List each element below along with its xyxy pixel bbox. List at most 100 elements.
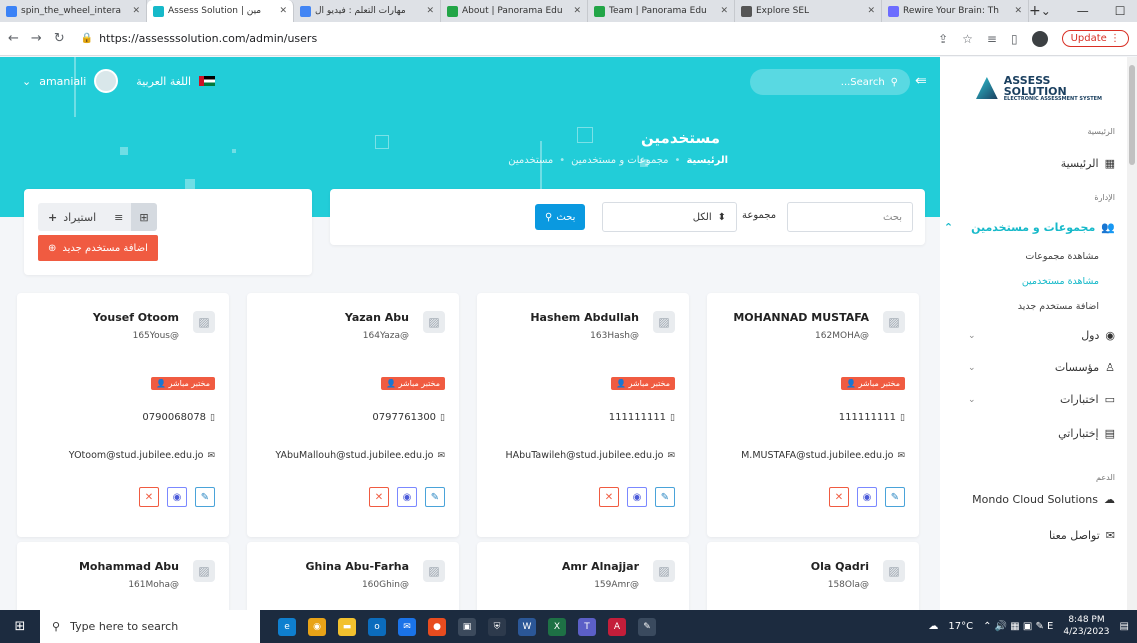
user-email: M.MUSTAFA@stud.jubilee.edu.jo ✉ [741,450,905,461]
tab-close-icon[interactable]: ✕ [867,6,875,16]
store-icon[interactable]: ▣ [458,617,476,636]
sidebar-item-label: إختباراتي [1058,427,1099,440]
browser-tab[interactable]: spin_the_wheel_intera ✕ [0,0,147,22]
browser-tab[interactable]: مهارات التعلم : فيديو ال ✕ [294,0,441,22]
excel-icon[interactable]: X [548,617,566,636]
notifications-icon[interactable]: ▤ [1120,621,1129,632]
share-icon[interactable]: ⇪ [938,32,948,46]
chevron-down-icon: ⌄ [968,395,976,405]
sidebar-item-home[interactable]: الرئيسية ▦ [1061,157,1115,170]
weather-icon[interactable]: ☁ [928,621,938,632]
delete-button[interactable]: ✕ [599,487,619,507]
edge-icon[interactable]: e [278,617,296,636]
tab-close-icon[interactable]: ✕ [573,6,581,16]
sidebar-sub-add-user[interactable]: اضافة مستخدم جديد [1018,301,1099,312]
delete-button[interactable]: ✕ [139,487,159,507]
clock[interactable]: 8:48 PM 4/23/2023 [1063,615,1109,638]
browser-tab[interactable]: Rewire Your Brain: Th ✕ [882,0,1029,22]
language-label[interactable]: اللغة العربية [136,75,191,88]
view-button[interactable]: ◉ [397,487,417,507]
sidebar-item-institutions[interactable]: مؤسسات ♙ [1055,361,1115,374]
teams-icon[interactable]: T [578,617,596,636]
system-tray-icons[interactable]: ⌃ 🔊 ▦ ▣ ✎ E [983,621,1053,632]
browser-tab[interactable]: Team | Panorama Edu ✕ [588,0,735,22]
new-tab-button[interactable]: + [1029,0,1041,22]
import-button[interactable]: + استيراد [38,203,107,231]
grid-view-button[interactable]: ⊞ [131,203,157,231]
tab-close-icon[interactable]: ✕ [132,6,140,16]
user-card: ▨ Hashem Abdullah 163Hash@ 👤 مختبر مباشر 111… [477,293,689,537]
top-search-input[interactable]: ...Search ⚲ [750,69,910,95]
logo[interactable]: ASSESS SOLUTION ELECTRONIC ASSESSMENT SY… [976,73,1116,103]
delete-button[interactable]: ✕ [369,487,389,507]
taskbar-search-input[interactable]: ⚲ Type here to search [40,610,260,643]
temperature[interactable]: 17°C [948,621,973,632]
tab-close-icon[interactable]: ✕ [426,6,434,16]
sidebar: ASSESS SOLUTION ELECTRONIC ASSESSMENT SY… [940,57,1127,610]
sidebar-item-label: الرئيسية [1060,157,1099,170]
media-icon[interactable]: ● [428,617,446,636]
back-icon[interactable]: ← [8,31,19,46]
sidebar-item-my-tests[interactable]: إختباراتي ▤ [1058,427,1115,440]
user-name: Yazan Abu [344,311,409,324]
bookmark-star-icon[interactable]: ☆ [962,32,973,46]
sidebar-item-label: اختبارات [1060,393,1099,406]
scrollbar-thumb[interactable] [1129,65,1135,165]
tab-close-icon[interactable]: ✕ [1014,6,1022,16]
sidebar-sub-view-groups[interactable]: مشاهدة مجموعات [1025,251,1099,262]
reading-list-icon[interactable]: ≡ [987,32,997,46]
edit-button[interactable]: ✎ [425,487,445,507]
profile-avatar[interactable] [1031,30,1048,47]
edit-button[interactable]: ✎ [655,487,675,507]
outlook-icon[interactable]: o [368,617,386,636]
sidebar-item-countries[interactable]: دول ◉ [1081,329,1115,342]
word-icon[interactable]: W [518,617,536,636]
windows-start-icon[interactable]: ⊞ [0,610,40,643]
user-handle: 159Amr@ [594,580,639,590]
list-view-button[interactable]: ≡ [106,203,132,231]
edit-button[interactable]: ✎ [885,487,905,507]
tab-close-icon[interactable]: ✕ [279,6,287,16]
add-user-button[interactable]: ⊕ اضافة مستخدم جديد [38,235,158,261]
sidebar-item-contact[interactable]: تواصل معنا ✉ [1049,529,1115,542]
collapse-sidebar-icon[interactable]: ⇚ [915,73,927,89]
delete-button[interactable]: ✕ [829,487,849,507]
update-button[interactable]: Update ⋮ [1061,30,1129,47]
maximize-button[interactable]: ☐ [1115,4,1126,18]
sidebar-item-mondo[interactable]: Mondo Cloud Solutions ☁ [972,493,1115,506]
view-button[interactable]: ◉ [857,487,877,507]
url-input[interactable]: 🔒 https://assesssolution.com/admin/users [77,27,926,51]
browser-tab[interactable]: Explore SEL ✕ [735,0,882,22]
sidebar-item-groups-users[interactable]: ⌃ مجموعات و مستخدمين 👥 [944,221,1115,234]
file-explorer-icon[interactable]: ▬ [338,617,356,636]
user-search-input[interactable]: بحث [787,202,913,232]
side-panel-icon[interactable]: ▯ [1011,32,1018,46]
shield-icon[interactable]: ⛨ [488,617,506,636]
breadcrumb-home[interactable]: الرئيسية [686,155,728,166]
view-button[interactable]: ◉ [167,487,187,507]
view-button[interactable]: ◉ [627,487,647,507]
email-value: M.MUSTAFA@stud.jubilee.edu.jo [741,450,894,461]
user-image-icon: ▨ [193,311,215,333]
page-scrollbar[interactable] [1127,57,1137,610]
minimize-button[interactable]: — [1077,4,1089,18]
mail-app-icon[interactable]: ✉ [398,617,416,636]
acrobat-icon[interactable]: A [608,617,626,636]
tab-close-icon[interactable]: ✕ [720,6,728,16]
forward-icon[interactable]: → [31,31,42,46]
group-select[interactable]: الكل ⬍ [602,202,737,232]
institution-icon: ♙ [1105,361,1115,374]
sidebar-item-tests[interactable]: اختبارات ▭ [1060,393,1115,406]
user-menu[interactable]: ⌄ amaniali اللغة العربية [22,69,216,93]
chrome-icon[interactable]: ◉ [308,617,326,636]
select-arrows-icon: ⬍ [717,211,726,223]
breadcrumb-groups[interactable]: مجموعات و مستخدمين [571,155,668,166]
browser-tab[interactable]: Assess Solution | مين ✕ [147,0,294,22]
edit-button[interactable]: ✎ [195,487,215,507]
paint-icon[interactable]: ✎ [638,617,656,636]
browser-tab[interactable]: About | Panorama Edu ✕ [441,0,588,22]
search-button[interactable]: ⚲ بحث [535,204,586,230]
reload-icon[interactable]: ↻ [54,31,65,46]
tab-search-icon[interactable]: ⌄ [1041,4,1051,18]
sidebar-sub-view-users[interactable]: مشاهدة مستخدمين [1022,276,1099,287]
